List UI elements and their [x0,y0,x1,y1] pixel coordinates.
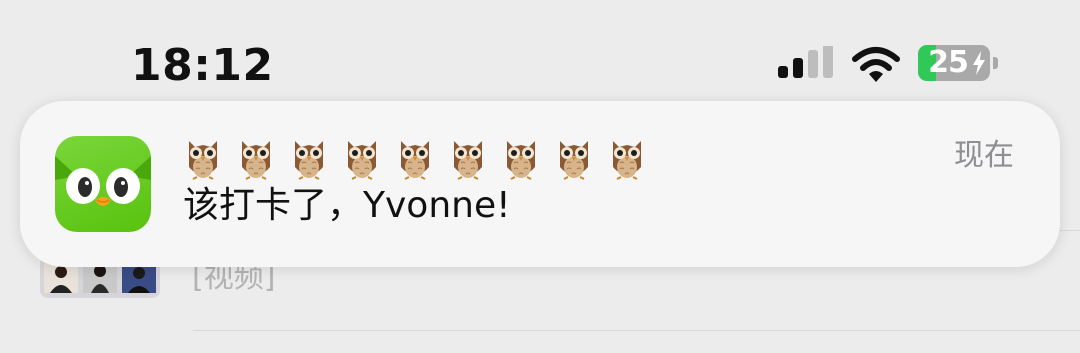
notification-banner[interactable]: 该打卡了，Yvonne! 现在 [20,101,1060,267]
battery-level: 25 [928,45,969,80]
owl-emoji-icon [560,141,588,180]
owl-emoji-icon [613,141,641,180]
battery-icon: 25 [918,45,1000,81]
list-divider [193,330,1080,331]
charging-bolt-icon [973,51,985,75]
owl-emoji-row [183,133,660,183]
notification-message: 该打卡了，Yvonne! [183,185,511,226]
owl-emoji-icon [295,141,323,180]
owl-emoji-icon [189,141,217,180]
duolingo-owl-icon [55,136,151,232]
wifi-icon [852,47,900,82]
battery-cap [993,57,998,69]
status-time: 18:12 [131,40,274,91]
cellular-signal-icon [778,46,833,78]
owl-emoji-icon [454,141,482,180]
owl-emoji-icon [242,141,270,180]
owl-emoji-icon [348,141,376,180]
owl-emoji-icon [507,141,535,180]
notification-time: 现在 [954,138,1014,173]
owl-emoji-icon [401,141,429,180]
